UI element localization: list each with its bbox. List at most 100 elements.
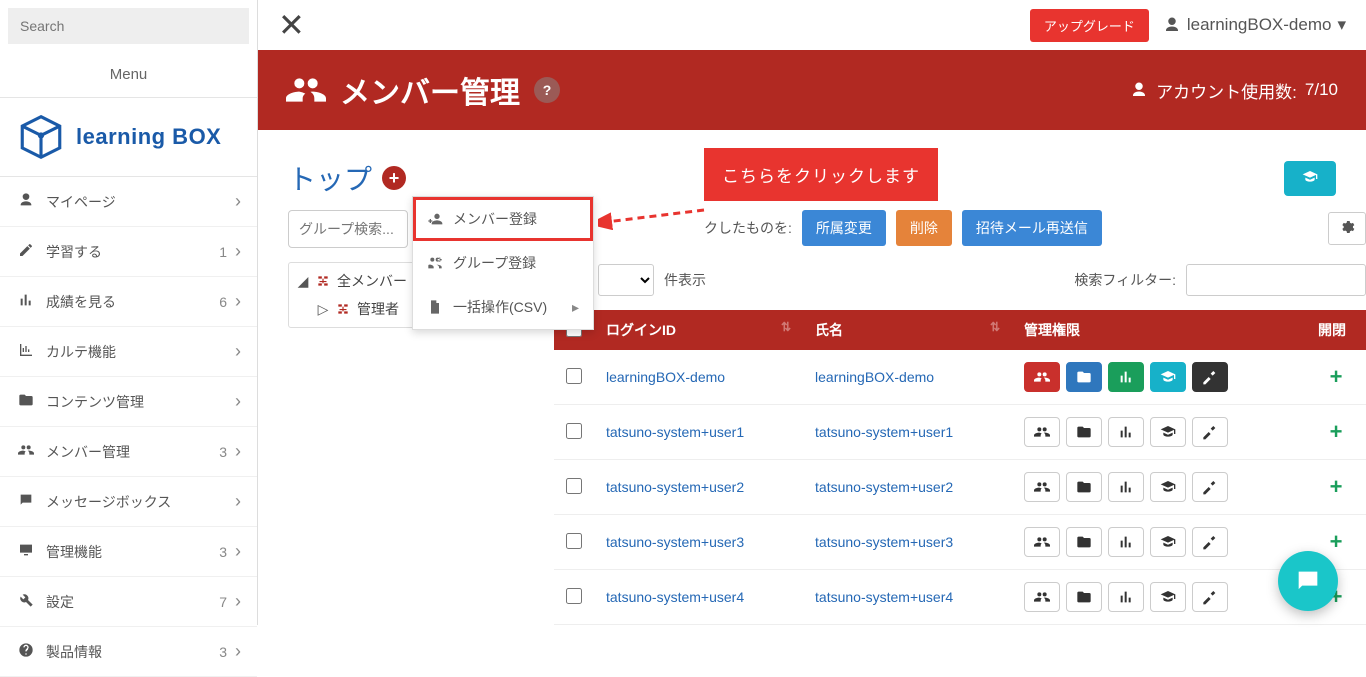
- sidebar-item-label: コンテンツ管理: [46, 392, 235, 412]
- perm-hammer-button[interactable]: [1192, 362, 1228, 392]
- sidebar-item-label: 成績を見る: [46, 292, 219, 312]
- change-affiliation-button[interactable]: 所属変更: [802, 210, 886, 246]
- perm-folder-button[interactable]: [1066, 582, 1102, 612]
- tree-root-label: 全メンバー: [337, 271, 407, 291]
- help-icon[interactable]: ?: [534, 77, 560, 103]
- sidebar-item-9[interactable]: 製品情報 3 ›: [0, 627, 257, 677]
- row-checkbox[interactable]: [566, 533, 582, 549]
- delete-button[interactable]: 削除: [896, 210, 952, 246]
- perm-cap-button[interactable]: [1150, 417, 1186, 447]
- resend-invite-button[interactable]: 招待メール再送信: [962, 210, 1102, 246]
- login-link[interactable]: learningBOX-demo: [606, 369, 725, 385]
- breadcrumb-title[interactable]: トップ: [288, 158, 372, 198]
- perm-cap-button[interactable]: [1150, 527, 1186, 557]
- chevron-right-icon: ›: [235, 591, 241, 612]
- sidebar-item-1[interactable]: 学習する 1 ›: [0, 227, 257, 277]
- tree-child-label: 管理者: [357, 299, 399, 319]
- perm-chart-bar-button[interactable]: [1108, 417, 1144, 447]
- entries-select[interactable]: [598, 264, 654, 296]
- settings-button[interactable]: [1328, 212, 1366, 245]
- tree-expand-icon[interactable]: ▷: [317, 301, 329, 318]
- dropdown-item-0[interactable]: メンバー登録: [413, 197, 593, 241]
- sidebar-item-6[interactable]: メッセージボックス ›: [0, 477, 257, 527]
- expand-button[interactable]: +: [1306, 460, 1366, 515]
- perm-users-button[interactable]: [1024, 472, 1060, 502]
- perm-folder-button[interactable]: [1066, 362, 1102, 392]
- perm-users-button[interactable]: [1024, 362, 1060, 392]
- logo-text: learning BOX: [76, 124, 221, 150]
- upgrade-button[interactable]: アップグレード: [1030, 9, 1149, 42]
- login-link[interactable]: tatsuno-system+user1: [606, 424, 744, 440]
- file-icon: [427, 299, 443, 315]
- name-link[interactable]: tatsuno-system+user4: [815, 589, 953, 605]
- tree-collapse-icon[interactable]: ◢: [297, 273, 309, 290]
- perm-hammer-button[interactable]: [1192, 527, 1228, 557]
- sidebar-item-label: カルテ機能: [46, 342, 235, 362]
- perm-users-button[interactable]: [1024, 417, 1060, 447]
- perm-cap-button[interactable]: [1150, 362, 1186, 392]
- perm-users-button[interactable]: [1024, 582, 1060, 612]
- sidebar-item-5[interactable]: メンバー管理 3 ›: [0, 427, 257, 477]
- sidebar-item-badge: 3: [219, 644, 227, 660]
- search-input[interactable]: [8, 8, 249, 44]
- dropdown-item-label: グループ登録: [453, 253, 536, 273]
- add-button[interactable]: +: [382, 166, 406, 190]
- expand-button[interactable]: +: [1306, 350, 1366, 405]
- login-link[interactable]: tatsuno-system+user4: [606, 589, 744, 605]
- perm-chart-bar-button[interactable]: [1108, 582, 1144, 612]
- dropdown-item-1[interactable]: グループ登録: [413, 241, 593, 285]
- perm-folder-button[interactable]: [1066, 527, 1102, 557]
- members-table: ログインID⇅ 氏名⇅ 管理権限 開閉 learningBOX-demo lea…: [554, 310, 1366, 625]
- perm-hammer-button[interactable]: [1192, 582, 1228, 612]
- sidebar-item-4[interactable]: コンテンツ管理 ›: [0, 377, 257, 427]
- sidebar-item-8[interactable]: 設定 7 ›: [0, 577, 257, 627]
- sidebar-item-label: メッセージボックス: [46, 492, 235, 512]
- sidebar-item-7[interactable]: 管理機能 3 ›: [0, 527, 257, 577]
- perm-chart-bar-button[interactable]: [1108, 472, 1144, 502]
- users-plus-icon: [427, 255, 443, 271]
- page-title: メンバー管理: [340, 68, 520, 112]
- perm-chart-bar-button[interactable]: [1108, 362, 1144, 392]
- graduation-button[interactable]: [1284, 161, 1336, 196]
- folder-icon: [16, 392, 36, 411]
- name-link[interactable]: learningBOX-demo: [815, 369, 934, 385]
- logo[interactable]: learning BOX: [0, 98, 257, 177]
- perm-hammer-button[interactable]: [1192, 472, 1228, 502]
- page-header: メンバー管理 ? アカウント使用数: 7/10: [258, 50, 1366, 130]
- name-link[interactable]: tatsuno-system+user1: [815, 424, 953, 440]
- login-link[interactable]: tatsuno-system+user2: [606, 479, 744, 495]
- sidebar-item-label: 設定: [46, 592, 219, 612]
- perm-users-button[interactable]: [1024, 527, 1060, 557]
- row-checkbox[interactable]: [566, 478, 582, 494]
- sidebar-item-badge: 6: [219, 294, 227, 310]
- perm-chart-bar-button[interactable]: [1108, 527, 1144, 557]
- user-icon: [16, 192, 36, 211]
- dropdown-item-2[interactable]: 一括操作(CSV) ▸: [413, 285, 593, 329]
- name-link[interactable]: tatsuno-system+user3: [815, 534, 953, 550]
- dropdown-item-label: 一括操作(CSV): [453, 297, 547, 317]
- user-icon: [1130, 81, 1148, 99]
- perm-cap-button[interactable]: [1150, 582, 1186, 612]
- logo-cube-icon: [16, 112, 66, 162]
- user-menu[interactable]: learningBOX-demo ▾: [1163, 15, 1346, 35]
- row-checkbox[interactable]: [566, 368, 582, 384]
- th-login[interactable]: ログインID⇅: [594, 310, 803, 350]
- login-link[interactable]: tatsuno-system+user3: [606, 534, 744, 550]
- search-filter-input[interactable]: [1186, 264, 1366, 296]
- perm-cap-button[interactable]: [1150, 472, 1186, 502]
- sidebar-item-3[interactable]: カルテ機能 ›: [0, 327, 257, 377]
- name-link[interactable]: tatsuno-system+user2: [815, 479, 953, 495]
- close-icon[interactable]: ✕: [278, 6, 305, 44]
- group-search-input[interactable]: [288, 210, 408, 248]
- perm-folder-button[interactable]: [1066, 472, 1102, 502]
- th-name[interactable]: 氏名⇅: [803, 310, 1012, 350]
- row-checkbox[interactable]: [566, 423, 582, 439]
- row-checkbox[interactable]: [566, 588, 582, 604]
- chat-bubble-button[interactable]: [1278, 551, 1338, 611]
- perm-folder-button[interactable]: [1066, 417, 1102, 447]
- chevron-right-icon: ›: [235, 491, 241, 512]
- sidebar-item-0[interactable]: マイページ ›: [0, 177, 257, 227]
- expand-button[interactable]: +: [1306, 405, 1366, 460]
- perm-hammer-button[interactable]: [1192, 417, 1228, 447]
- sidebar-item-2[interactable]: 成績を見る 6 ›: [0, 277, 257, 327]
